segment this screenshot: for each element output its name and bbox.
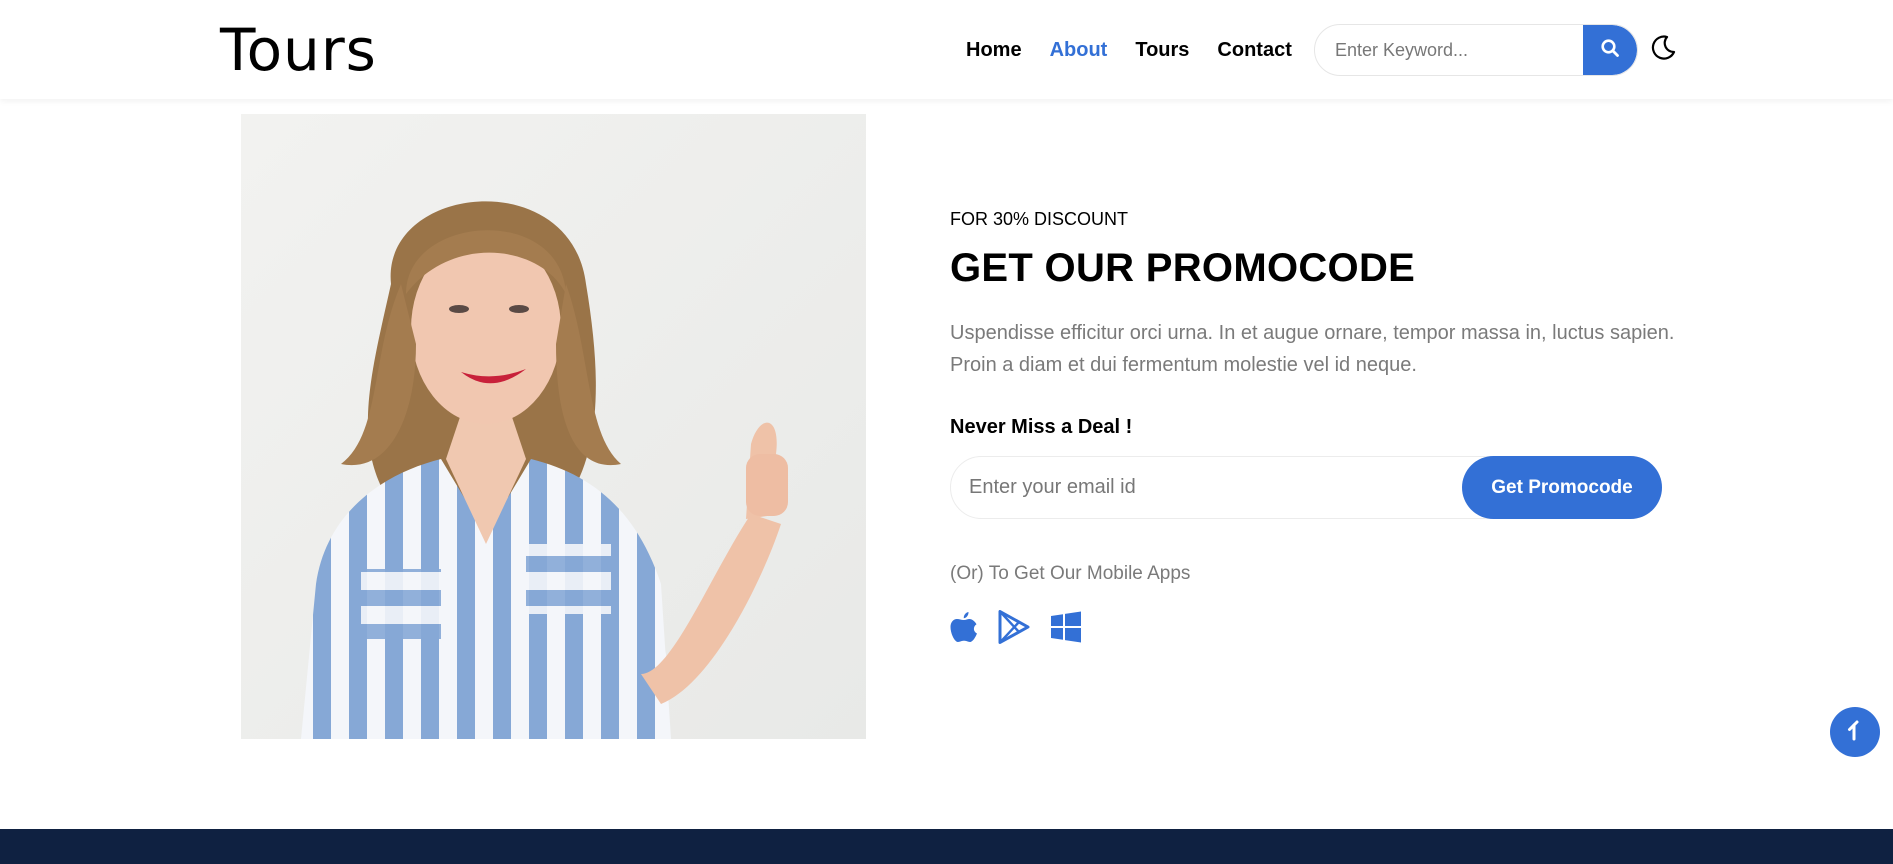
promo-eyebrow: FOR 30% DISCOUNT [950,209,1129,229]
deal-heading: Never Miss a Deal ! [950,416,1133,438]
arrow-up-icon [1845,719,1865,746]
scroll-top-button[interactable] [1830,707,1880,757]
search-button[interactable] [1583,25,1637,75]
google-play-icon[interactable] [998,610,1030,649]
mobile-apps-text: (Or) To Get Our Mobile Apps [950,563,1191,584]
main-nav: Home About Tours Contact [966,38,1320,62]
get-promocode-button[interactable]: Get Promocode [1462,456,1662,519]
nav-home[interactable]: Home [966,38,1022,62]
apple-icon[interactable] [950,610,978,649]
moon-icon[interactable] [1648,33,1678,63]
nav-tours[interactable]: Tours [1135,38,1189,62]
app-links [950,610,1082,649]
site-footer [0,829,1893,864]
promo-form: Get Promocode [950,456,1662,519]
nav-contact[interactable]: Contact [1217,38,1291,62]
promo-title: GET OUR PROMOCODE [950,246,1416,290]
site-logo[interactable]: Tours [220,18,377,82]
promo-photo [241,114,866,739]
search-input[interactable] [1315,25,1585,75]
nav-about[interactable]: About [1050,38,1108,62]
search-icon [1600,38,1620,63]
windows-icon[interactable] [1050,611,1082,648]
site-header: Tours Home About Tours Contact [0,0,1893,99]
promo-description: Uspendisse efficitur orci urna. In et au… [950,322,1675,376]
email-field[interactable] [951,457,1461,518]
search-bar [1314,24,1638,76]
